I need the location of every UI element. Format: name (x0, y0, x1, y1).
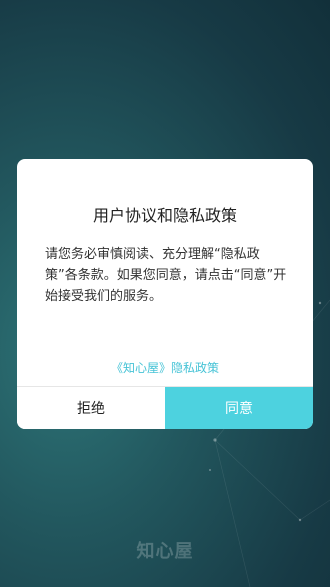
dialog-message: 请您务必审慎阅读、充分理解“隐私政策”各条款。如果您同意，请点击“同意”开始接受… (45, 247, 287, 304)
reject-button[interactable]: 拒绝 (17, 387, 165, 429)
privacy-dialog: 用户协议和隐私政策 请您务必审慎阅读、充分理解“隐私政策”各条款。如果您同意，请… (17, 159, 313, 429)
privacy-policy-link[interactable]: 《知心屋》隐私政策 (17, 359, 313, 376)
dialog-title: 用户协议和隐私政策 (92, 206, 237, 225)
splash-screen: 知心屋 用户协议和隐私政策 请您务必审慎阅读、充分理解“隐私政策”各条款。如果您… (0, 0, 330, 587)
brand-watermark: 知心屋 (136, 541, 194, 562)
dialog-button-row: 拒绝 同意 (17, 386, 313, 429)
agree-button[interactable]: 同意 (165, 387, 313, 429)
